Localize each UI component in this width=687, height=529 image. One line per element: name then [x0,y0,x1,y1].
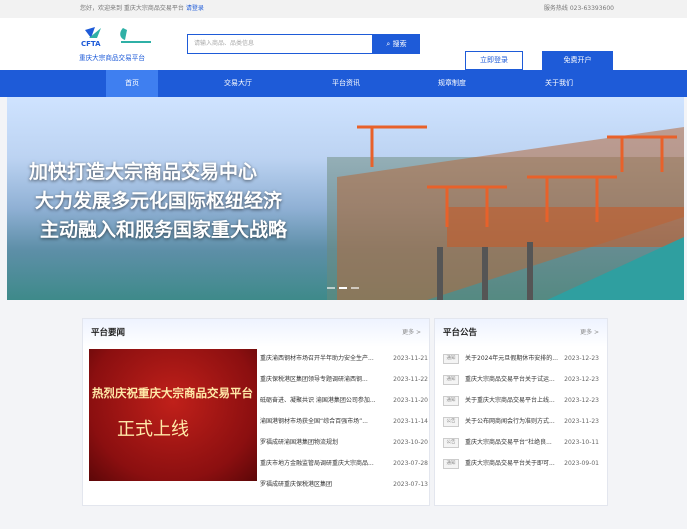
logo-name: 重庆大宗商品交易平台 [79,54,145,62]
news-feature-image[interactable]: 热烈庆祝重庆大宗商品交易平台 正式上线 [89,349,257,481]
nav-item-about[interactable]: 关于我们 [533,70,585,97]
carousel-dot[interactable] [351,287,359,289]
logo[interactable]: CFTA 重庆大宗商品交易平台 [79,24,159,64]
notice-panel-title: 平台公告 [443,328,478,338]
notice-tag: 通知 [443,354,459,364]
top-bar: 您好，欢迎来到 重庆大宗商品交易平台 请登录 服务热线 023-63393600 [0,0,687,18]
news-more-link[interactable]: 更多 > [402,319,421,347]
nav-item-news[interactable]: 平台资讯 [320,70,372,97]
nav-item-rules[interactable]: 规章制度 [426,70,478,97]
notice-tag: 公告 [443,438,459,448]
hero-banner[interactable]: 加快打造大宗商品交易中心 大力发展多元化国际枢纽经济 主动融入和服务国家重大战略 [7,97,684,300]
notice-more-link[interactable]: 更多 > [580,319,599,347]
logo-mark-text: CFTA [81,40,101,48]
notice-item[interactable]: 通知 重庆大宗商品交易平台关于即可... 2023-09-01 [443,454,599,474]
banner-line-3: 主动融入和服务国家重大战略 [40,219,288,241]
notice-item[interactable]: 公告 关于公布网商闻会行为准则方式... 2023-11-23 [443,412,599,432]
news-item[interactable]: 重庆市地方金融监管局调研重庆大宗商品... 2023-07-28 [260,454,428,474]
hotline-text: 服务热线 023-63393600 [543,5,614,12]
carousel-dots[interactable] [327,287,359,289]
notice-tag: 通知 [443,396,459,406]
notice-item[interactable]: 通知 关于重庆大宗商品交易平台上线... 2023-12-23 [443,391,599,411]
notice-tag: 公告 [443,417,459,427]
notice-item[interactable]: 通知 关于2024年元旦假期休市安排的... 2023-12-23 [443,349,599,369]
news-item[interactable]: 重庆渝西钢材市场召开半年助力安全生产... 2023-11-21 [260,349,428,369]
cfta-logo-icon: CFTA [81,27,101,48]
banner-line-2: 大力发展多元化国际枢纽经济 [35,190,283,212]
news-item[interactable]: 砥砺奋进、凝聚共识 渝国港集团公司参加... 2023-11-20 [260,391,428,411]
open-account-button[interactable]: 免费开户 [542,51,613,70]
nav-item-home[interactable]: 首页 [106,70,158,97]
news-panel: 平台要闻 更多 > 热烈庆祝重庆大宗商品交易平台 正式上线 重庆渝西钢材市场召开… [82,318,430,506]
search-icon: ⌕ [386,40,391,48]
login-button[interactable]: 立即登录 [465,51,523,70]
news-panel-title: 平台要闻 [91,328,126,338]
nav-item-trading-hall[interactable]: 交易大厅 [212,70,264,97]
header: CFTA 重庆大宗商品交易平台 请输入商品、品类信息 ⌕ 搜索 立即登录 免费开… [0,18,687,70]
news-panel-header: 平台要闻 更多 > [83,319,429,347]
carousel-dot[interactable] [327,287,335,289]
partner-logo-icon [120,28,151,43]
notice-item[interactable]: 公告 重庆大宗商品交易平台“杜绝良... 2023-10-11 [443,433,599,453]
banner-line-1: 加快打造大宗商品交易中心 [29,161,258,183]
welcome-text: 您好，欢迎来到 重庆大宗商品交易平台 请登录 [80,5,204,12]
news-item[interactable]: 罗福成研渝国港集团物流规划 2023-10-20 [260,433,428,453]
news-image-line-2: 正式上线 [117,419,189,440]
carousel-dot[interactable] [339,287,347,289]
news-item[interactable]: 罗福成研重庆保税港区集团 2023-07-13 [260,475,428,495]
news-item[interactable]: 渝国港钢材市场获全国“综合百强市场”... 2023-11-14 [260,412,428,432]
notice-panel: 平台公告 更多 > 通知 关于2024年元旦假期休市安排的... 2023-12-2… [434,318,608,506]
login-link[interactable]: 请登录 [186,5,204,12]
notice-item[interactable]: 通知 重庆大宗商品交易平台关于试运... 2023-12-23 [443,370,599,390]
news-image-line-1: 热烈庆祝重庆大宗商品交易平台 [92,386,253,400]
search-button[interactable]: ⌕ 搜索 [373,34,420,54]
search-input[interactable]: 请输入商品、品类信息 [187,34,373,54]
main-nav: 首页 交易大厅 平台资讯 规章制度 关于我们 [0,70,687,97]
news-item[interactable]: 重庆保税港区集团领导专题调研渝西钢... 2023-11-22 [260,370,428,390]
notice-panel-header: 平台公告 更多 > [435,319,607,347]
notice-tag: 通知 [443,459,459,469]
notice-tag: 通知 [443,375,459,385]
